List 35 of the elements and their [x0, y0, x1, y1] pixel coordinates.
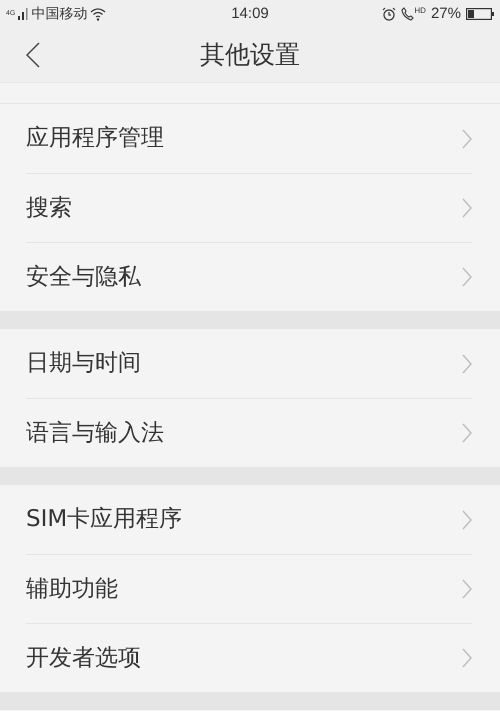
settings-item-label: SIM卡应用程序 [26, 505, 182, 534]
settings-item[interactable]: 应用程序管理 [0, 104, 500, 173]
signal-icon [18, 8, 28, 20]
alarm-clock-icon [382, 7, 396, 21]
settings-item[interactable]: 辅助功能 [0, 554, 500, 623]
chevron-right-icon [462, 354, 472, 374]
settings-item[interactable]: 日期与时间 [0, 329, 500, 398]
settings-item-label: 语言与输入法 [26, 418, 164, 448]
settings-item-label: 日期与时间 [26, 349, 141, 378]
chevron-right-icon [462, 128, 472, 148]
settings-item-label: 搜索 [26, 194, 72, 223]
chevron-right-icon [462, 648, 472, 668]
settings-item-label: 开发者选项 [26, 644, 141, 673]
settings-item[interactable]: 语言与输入法 [0, 398, 500, 467]
chevron-right-icon [462, 198, 472, 218]
settings-item[interactable]: 安全与隐私 [0, 242, 500, 311]
chevron-right-icon [462, 579, 472, 599]
settings-item[interactable]: 搜索 [0, 173, 500, 242]
battery-percentage: 27% [430, 4, 461, 24]
carrier-name: 中国移动 [31, 4, 88, 24]
wifi-icon [90, 8, 106, 20]
settings-item-label: 安全与隐私 [26, 262, 141, 292]
settings-item[interactable]: 开发者选项 [0, 623, 500, 692]
chevron-right-icon [462, 510, 472, 530]
chevron-right-icon [462, 267, 472, 287]
chevron-right-icon [462, 423, 472, 443]
page-title: 其他设置 [200, 39, 300, 72]
hd-call-label: HD [414, 7, 426, 15]
settings-item-label: 辅助功能 [26, 574, 118, 604]
back-icon [26, 42, 40, 68]
settings-item[interactable]: SIM卡应用程序 [0, 485, 500, 554]
clock-time: 14:09 [231, 4, 269, 24]
settings-item-label: 应用程序管理 [26, 124, 164, 154]
battery-icon [466, 8, 494, 20]
phone-icon [401, 7, 414, 21]
